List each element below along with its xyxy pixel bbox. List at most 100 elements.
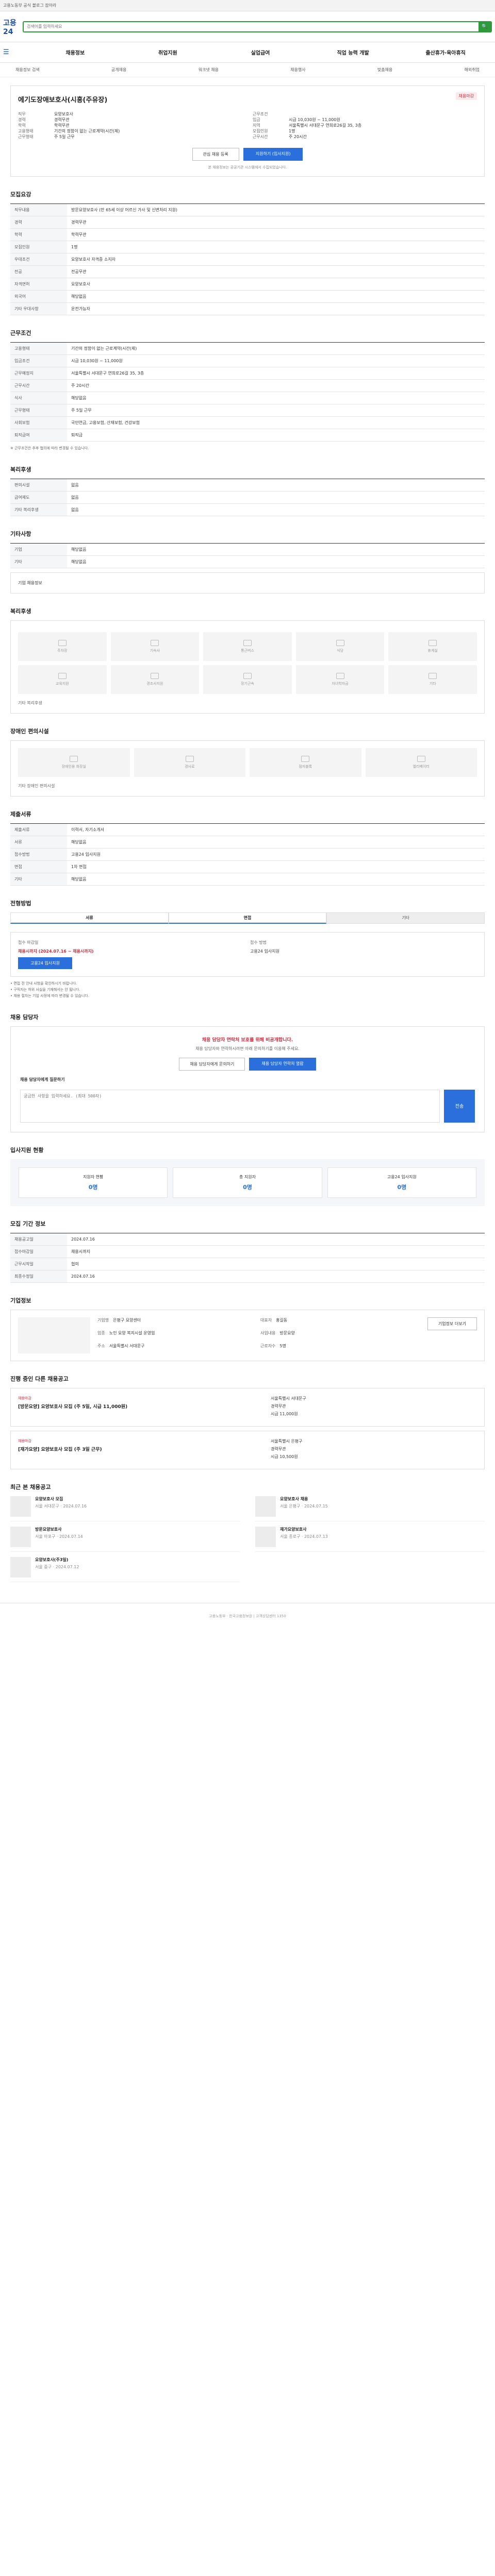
company-more-button[interactable]: 기업정보 더보기 [427, 1317, 477, 1330]
nav-training[interactable]: 직업 능력 개발 [307, 48, 400, 56]
row-label: 면접 [10, 860, 67, 873]
summary-key: 경력 [18, 117, 26, 122]
row-value: 서울특별시 서대문구 연희로26길 35, 3층 [67, 367, 485, 380]
subnav-item[interactable]: 맞춤채용 [377, 67, 392, 73]
facility-item: 점자블록 [250, 748, 361, 777]
row-label: 접수방법 [10, 848, 67, 861]
row-label: 퇴직급여 [10, 429, 67, 442]
table-row: 퇴직급여 퇴직금 [10, 429, 485, 442]
job-summary-grid: 직무 요양보호사 경력 경력무관 학력 학력무관 고용형태 기간의 정함이 없는 근로계약(시… [18, 111, 477, 140]
subnav-item[interactable]: 공개채용 [111, 67, 126, 73]
job-card[interactable]: 채용마감 [재가요양] 요양보호사 모집 (주 3일 근무) 서울특별시 은평구 경력… [10, 1430, 485, 1469]
company-value: 5명 [279, 1344, 286, 1349]
apply-button[interactable]: 지원하기 (입사지원) [243, 148, 303, 161]
company-jobs-label: 기업 채용정보 [18, 580, 42, 585]
recent-item[interactable]: 요양보호사(주3일) 서울 중구 · 2024.07.12 [10, 1556, 240, 1582]
status-label: 지원자 현황 [82, 1174, 104, 1179]
process-bullets: • 면접 전 안내 사항을 확인하시기 바랍니다. • 구직자는 허위 사실을 … [10, 981, 485, 999]
section-title: 제출서류 [10, 810, 31, 818]
status-label: 총 지원자 [239, 1174, 256, 1179]
search-input[interactable] [24, 22, 478, 31]
facility-item: 식당 [295, 632, 385, 661]
status-count: 0명 [243, 1183, 252, 1191]
row-label: 근무시간 [10, 379, 67, 392]
summary-value: 주 20시간 [289, 134, 307, 139]
row-label: 편의시설 [10, 479, 67, 492]
row-value: 퇴직금 [67, 429, 485, 442]
main-nav: ☰ 채용정보 취업지원 실업급여 직업 능력 개발 출산휴가·육아휴직 [0, 42, 495, 63]
company-key: 주소 [97, 1344, 105, 1349]
status-card: 지원자 현황 0명 [19, 1167, 168, 1198]
company-key: 근로자수 [260, 1344, 276, 1349]
facility-item: 경사로 [134, 748, 245, 777]
tab-documents[interactable]: 서류 [10, 912, 169, 924]
summary-key: 모집인원 [253, 129, 268, 133]
inquiry-button[interactable]: 채용 담당자에게 문의하기 [179, 1057, 245, 1071]
status-badge: 채용마감 [455, 92, 477, 100]
apply-now-button[interactable]: 고용24 입사지원 [18, 957, 72, 969]
row-value: 해당없음 [67, 392, 485, 404]
recent-item[interactable]: 요양보호사 채용 서울 은평구 · 2024.07.15 [255, 1496, 485, 1521]
summary-column: 근무조건 임금 시급 10,030원 ~ 11,000원 지역 서울특별시 서대문구 연… [253, 111, 477, 140]
search-icon[interactable]: 🔍 [478, 22, 491, 31]
table-row: 외국어 해당없음 [10, 290, 485, 303]
recent-meta: 서울 서대문구 · 2024.07.16 [35, 1503, 87, 1509]
row-label: 근무시작일 [10, 1258, 67, 1270]
nav-leave[interactable]: 출산휴가·육아휴직 [399, 48, 492, 56]
tab-other[interactable]: 기타 [326, 912, 485, 924]
job-card-title[interactable]: [방문요양] 요양보호사 모집 (주 5일, 시급 11,000원) [18, 1403, 266, 1410]
row-value: 주 20시간 [67, 379, 485, 392]
table-row: 면접 1차 면접 [10, 860, 485, 873]
contact-box: 채용 담당자 연락처 보호를 위해 비공개합니다. 채용 담당자와 연락하시려면… [10, 1026, 485, 1132]
summary-note: 본 채용정보는 공공기관 시스템에서 수집되었습니다. [208, 165, 287, 170]
table-row: 편의시설 없음 [10, 479, 485, 492]
section-title: 복리후생 [10, 607, 31, 615]
recent-item[interactable]: 요양보호사 모집서울 서대문구 · 2024.07.16 [10, 1496, 240, 1521]
facility-label: 식당 [337, 648, 344, 653]
row-value: 방문요양보호사 (만 65세 이상 어르신 가사 및 신변처리 지원) [67, 204, 485, 216]
facility-item: 주차장 [18, 632, 107, 661]
nav-jobs[interactable]: 채용정보 [29, 48, 122, 56]
summary-key: 지역 [253, 123, 260, 128]
summary-value: 주 5일 근무 [54, 134, 75, 139]
section-title: 채용 담당자 [10, 1013, 39, 1021]
interest-button[interactable]: 관심 채용 등록 [192, 148, 239, 161]
row-value: 전공무관 [67, 265, 485, 278]
facility-item: 통근버스 [203, 632, 292, 661]
row-label: 식사 [10, 392, 67, 404]
job-card-title[interactable]: [재가요양] 요양보호사 모집 (주 3일 근무) [18, 1446, 266, 1452]
recent-item[interactable]: 재가요양보호사 서울 종로구 · 2024.07.13 [255, 1526, 485, 1552]
company-jobs-link[interactable]: 기업 채용정보 [10, 572, 485, 594]
summary-row: 모집인원 1명 [253, 128, 477, 134]
subnav-item[interactable]: 워크넷 채용 [199, 67, 219, 73]
recent-title: 방문요양보호사 [35, 1527, 62, 1532]
subnav-item[interactable]: 채용행사 [290, 67, 305, 73]
facility-item: 장기근속 [203, 665, 292, 694]
nav-support[interactable]: 취업지원 [122, 48, 214, 56]
job-card[interactable]: 채용마감 [방문요양] 요양보호사 모집 (주 5일, 시급 11,000원) 서울… [10, 1387, 485, 1427]
facility-label: 기숙사 [150, 648, 160, 653]
facility-icon [58, 672, 67, 679]
row-label: 학력 [10, 228, 67, 241]
subnav-item[interactable]: 해외취업 [465, 67, 480, 73]
recent-title: 요양보호사 모집 [35, 1496, 63, 1501]
send-button[interactable]: 전송 [444, 1089, 475, 1123]
summary-key: 고용형태 [18, 129, 34, 133]
facility-icon [336, 672, 344, 679]
table-row: 제출서류 이력서, 자기소개서 [10, 823, 485, 836]
view-contact-button[interactable]: 채용 담당자 연락처 열람 [249, 1057, 316, 1071]
tab-interview[interactable]: 면접 [168, 912, 327, 924]
subnav-item[interactable]: 채용정보 검색 [15, 67, 40, 73]
menu-icon[interactable]: ☰ [3, 48, 29, 56]
job-card-meta: 서울특별시 은평구 [271, 1438, 303, 1444]
job-title: 에기도장애보호사(시흥(주유장) [18, 96, 108, 104]
job-card-right: 서울특별시 서대문구 경력무관 시급 11,000원 [271, 1396, 477, 1419]
row-value: 국민연금, 고용보험, 산재보험, 건강보험 [67, 416, 485, 429]
nav-unemployment[interactable]: 실업급여 [214, 48, 307, 56]
row-label: 기타 우대사항 [10, 302, 67, 315]
recent-item[interactable]: 방문요양보호사 서울 마포구 · 2024.07.14 [10, 1526, 240, 1552]
qa-textarea[interactable] [20, 1089, 440, 1123]
site-logo[interactable]: 고용24 [3, 18, 19, 36]
facility-label: 기타 [429, 681, 436, 686]
row-value: 시급 10,030원 ~ 11,000원 [67, 354, 485, 367]
